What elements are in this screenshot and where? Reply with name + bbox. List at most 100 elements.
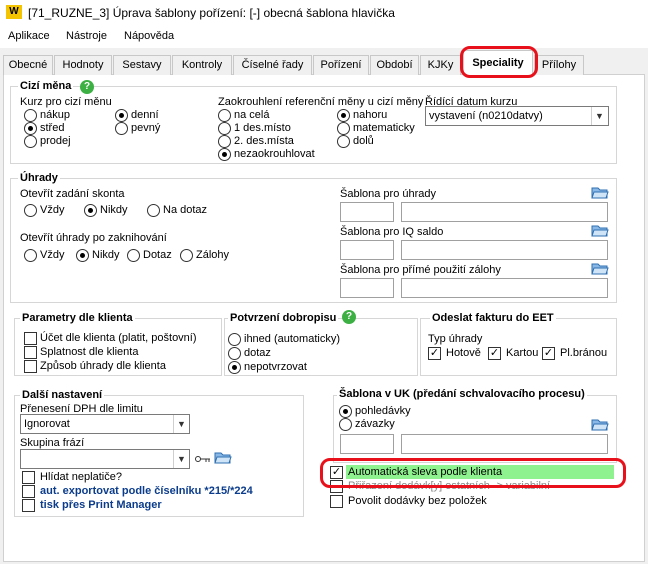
chk-splatnost-label: Splatnost dle klienta: [40, 346, 139, 358]
sablona-zalohy-code[interactable]: [340, 278, 394, 298]
group-title-dobropis: Potvrzení dobropisu: [228, 312, 339, 324]
chk-povolit[interactable]: [330, 495, 343, 508]
folder-open-icon[interactable]: [591, 418, 609, 432]
radio-stred[interactable]: [24, 122, 37, 135]
chk-hotove[interactable]: ✓: [428, 347, 441, 360]
tab-hodnoty[interactable]: Hodnoty: [54, 55, 112, 75]
radio-zakn-dotaz-label: Dotaz: [143, 249, 172, 261]
skonto-label: Otevřít zadání skonta: [20, 188, 125, 200]
radio-2-des[interactable]: [218, 135, 231, 148]
tab-obdobi[interactable]: Období: [370, 55, 419, 75]
sablona-iq-label: Šablona pro IQ saldo: [340, 226, 444, 238]
radio-nakup[interactable]: [24, 109, 37, 122]
menu-aplikace[interactable]: Aplikace: [8, 30, 50, 42]
folder-open-icon[interactable]: [591, 186, 609, 200]
radio-denni[interactable]: [115, 109, 128, 122]
radio-ihned[interactable]: [228, 333, 241, 346]
folder-open-icon[interactable]: [591, 262, 609, 276]
ridici-datum-select[interactable]: vystavení (n0210datvy): [425, 106, 609, 126]
sablona-iq-code[interactable]: [340, 240, 394, 260]
sablona-iq-name[interactable]: [401, 240, 608, 260]
radio-skonto-dotaz-label: Na dotaz: [163, 204, 208, 216]
sablona-uhrady-code[interactable]: [340, 202, 394, 222]
radio-zakn-vzdy-label: Vždy: [40, 249, 65, 261]
radio-nakup-label: nákup: [40, 109, 70, 121]
radio-ihned-label: ihned (automaticky): [244, 333, 340, 345]
annotation-ring-sleva: [320, 458, 626, 488]
sablona-uhrady-name[interactable]: [401, 202, 608, 222]
radio-pohledavky-label: pohledávky: [355, 405, 411, 417]
radio-skonto-vzdy[interactable]: [24, 204, 37, 217]
chk-ucet[interactable]: [24, 332, 37, 345]
radio-skonto-dotaz[interactable]: [147, 204, 160, 217]
chk-zpusob-label: Způsob úhrady dle klienta: [40, 360, 166, 372]
chk-export[interactable]: [22, 485, 35, 498]
radio-zakn-vzdy[interactable]: [24, 249, 37, 262]
tisk-link[interactable]: tisk přes Print Manager: [40, 499, 162, 511]
tab-kjky[interactable]: KJKy: [420, 55, 461, 75]
chevron-down-icon[interactable]: ▼: [591, 107, 607, 125]
menu-napoveda[interactable]: Nápověda: [124, 30, 174, 42]
uk-name[interactable]: [401, 434, 608, 454]
radio-zakn-nikdy[interactable]: [76, 249, 89, 262]
link-icon[interactable]: [195, 453, 211, 465]
uk-code[interactable]: [340, 434, 394, 454]
export-link[interactable]: aut. exportovat podle číselníku *215/*22…: [40, 485, 253, 497]
radio-skonto-nikdy-label: Nikdy: [100, 204, 128, 216]
help-icon[interactable]: ?: [80, 80, 94, 94]
app-logo-icon: W: [6, 5, 22, 19]
radio-pevny[interactable]: [115, 122, 128, 135]
chevron-down-icon[interactable]: ▼: [173, 450, 189, 468]
chevron-down-icon[interactable]: ▼: [173, 415, 189, 433]
radio-nepotvrzovat[interactable]: [228, 361, 241, 374]
chk-hlidat[interactable]: [22, 471, 35, 484]
radio-nahoru[interactable]: [337, 109, 350, 122]
chk-tisk[interactable]: [22, 499, 35, 512]
kurz-label: Kurz pro cizí měnu: [20, 96, 112, 108]
radio-2-des-label: 2. des.místa: [234, 135, 294, 147]
sablona-zalohy-name[interactable]: [401, 278, 608, 298]
radio-matematicky[interactable]: [337, 122, 350, 135]
radio-skonto-vzdy-label: Vždy: [40, 204, 65, 216]
radio-skonto-nikdy[interactable]: [84, 204, 97, 217]
chk-zpusob[interactable]: [24, 360, 37, 373]
radio-na-cela[interactable]: [218, 109, 231, 122]
radio-zakn-nikdy-label: Nikdy: [92, 249, 120, 261]
tab-ciselne-rady[interactable]: Číselné řady: [233, 55, 312, 75]
radio-zakn-zalohy[interactable]: [180, 249, 193, 262]
dph-select[interactable]: Ignorovat: [20, 414, 190, 434]
radio-matematicky-label: matematicky: [353, 122, 415, 134]
tab-obecne[interactable]: Obecné: [3, 55, 53, 75]
radio-nezaokr[interactable]: [218, 148, 231, 161]
radio-1-des[interactable]: [218, 122, 231, 135]
dph-value: Ignorovat: [24, 418, 70, 430]
tab-porizeni[interactable]: Pořízení: [313, 55, 369, 75]
radio-zavazky-label: závazky: [355, 418, 395, 430]
group-title-parametry: Parametry dle klienta: [20, 312, 135, 324]
menu-nastroje[interactable]: Nástroje: [66, 30, 107, 42]
radio-zakn-zalohy-label: Zálohy: [196, 249, 230, 261]
chk-splatnost[interactable]: [24, 346, 37, 359]
folder-open-icon[interactable]: [214, 451, 232, 465]
radio-zavazky[interactable]: [339, 418, 352, 431]
radio-prodej[interactable]: [24, 135, 37, 148]
folder-open-icon[interactable]: [591, 224, 609, 238]
zaokr-label: Zaokrouhlení referenční měny u cizí měny: [218, 96, 424, 108]
radio-pohledavky[interactable]: [339, 405, 352, 418]
sablona-uhrady-label: Šablona pro úhrady: [340, 188, 437, 200]
radio-1-des-label: 1 des.místo: [234, 122, 291, 134]
radio-dolu-label: dolů: [353, 135, 374, 147]
radio-nezaokr-label: nezaokrouhlovat: [234, 148, 315, 160]
tab-prilohy[interactable]: Přílohy: [534, 55, 584, 75]
tab-sestavy[interactable]: Sestavy: [113, 55, 171, 75]
radio-zakn-dotaz[interactable]: [127, 249, 140, 262]
tab-kontroly[interactable]: Kontroly: [172, 55, 232, 75]
chk-kartou[interactable]: ✓: [488, 347, 501, 360]
help-icon[interactable]: ?: [342, 310, 356, 324]
radio-dotaz[interactable]: [228, 347, 241, 360]
fraze-select[interactable]: [20, 449, 190, 469]
radio-na-cela-label: na celá: [234, 109, 270, 121]
ridici-datum-value: vystavení (n0210datvy): [429, 110, 543, 122]
radio-dolu[interactable]: [337, 135, 350, 148]
chk-plbranou[interactable]: ✓: [542, 347, 555, 360]
